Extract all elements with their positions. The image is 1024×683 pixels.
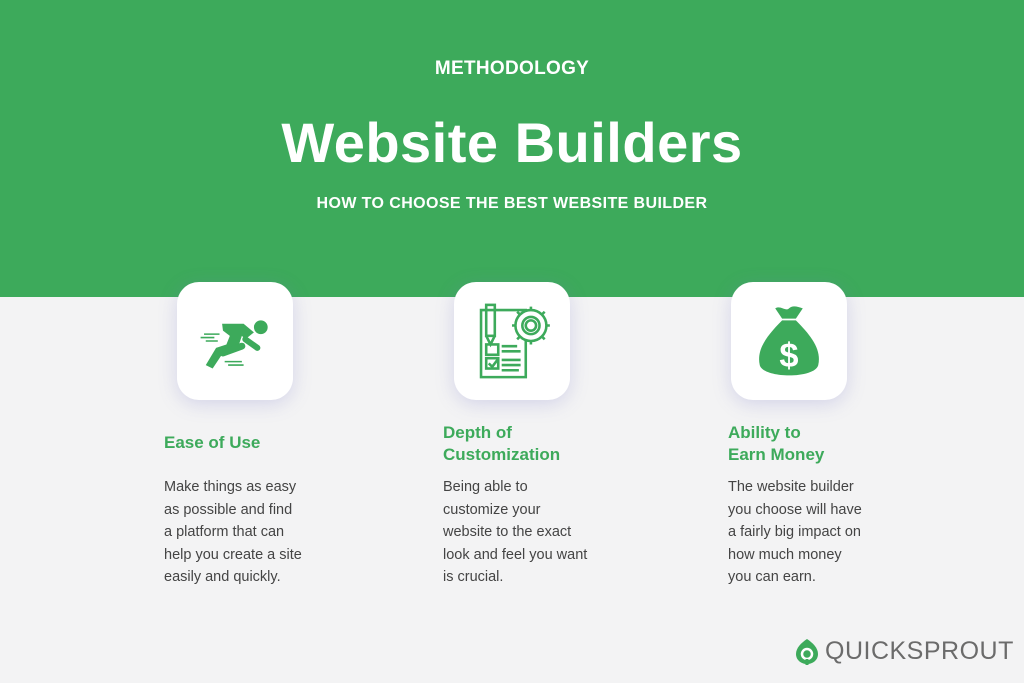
description-line: customize your xyxy=(443,501,541,518)
feature-title-ease-of-use: Ease of Use xyxy=(164,432,260,454)
description-line: is crucial. xyxy=(443,569,504,585)
document-gear-pencil-icon xyxy=(479,303,550,379)
feature-description-ease-of-use: Make things as easy as possible and find… xyxy=(164,476,354,589)
feature-card-ease-of-use xyxy=(177,282,293,400)
feature-description-customization: Being able to customize your website to … xyxy=(443,476,633,589)
svg-text:$: $ xyxy=(779,337,798,375)
description-line: how much money xyxy=(728,546,842,563)
brand-name: QUICKSPROUT xyxy=(825,637,1014,665)
money-bag-icon: $ xyxy=(759,306,819,376)
description-line: you can earn. xyxy=(728,569,816,585)
description-line: The website builder xyxy=(728,479,854,495)
feature-title-line: Earn Money xyxy=(728,445,825,464)
feature-description-earn-money: The website builder you choose will have… xyxy=(728,476,918,589)
description-line: as possible and find xyxy=(164,501,293,518)
sprinting-runner-icon xyxy=(200,320,268,369)
brand-logo: QUICKSPROUT xyxy=(795,637,1014,666)
feature-card-earn-money: $ xyxy=(731,282,847,400)
header-banner: METHODOLOGY Website Builders HOW TO CHOO… xyxy=(0,0,1024,297)
sprout-leaf-icon xyxy=(796,638,818,665)
description-line: easily and quickly. xyxy=(164,569,281,585)
feature-card-customization xyxy=(454,282,570,400)
description-line: help you create a site xyxy=(164,546,302,563)
description-line: a fairly big impact on xyxy=(728,524,861,540)
feature-title-line: Ability to xyxy=(728,423,801,442)
page-subtitle: HOW TO CHOOSE THE BEST WEBSITE BUILDER xyxy=(316,195,708,212)
feature-title-earn-money: Ability to Earn Money xyxy=(728,422,824,466)
description-line: look and feel you want xyxy=(443,546,588,563)
eyebrow-label: METHODOLOGY xyxy=(434,58,590,79)
description-line: a platform that can xyxy=(164,524,285,540)
description-line: you choose will have xyxy=(728,501,862,518)
feature-title-line: Depth of xyxy=(443,423,512,442)
description-line: Make things as easy xyxy=(164,479,297,495)
feature-title-customization: Depth of Customization xyxy=(443,422,560,466)
page-title: Website Builders xyxy=(281,111,743,174)
feature-title-line: Ease of Use xyxy=(164,433,261,452)
description-line: Being able to xyxy=(443,479,528,495)
feature-title-line: Customization xyxy=(443,445,561,464)
description-line: website to the exact xyxy=(443,524,572,540)
